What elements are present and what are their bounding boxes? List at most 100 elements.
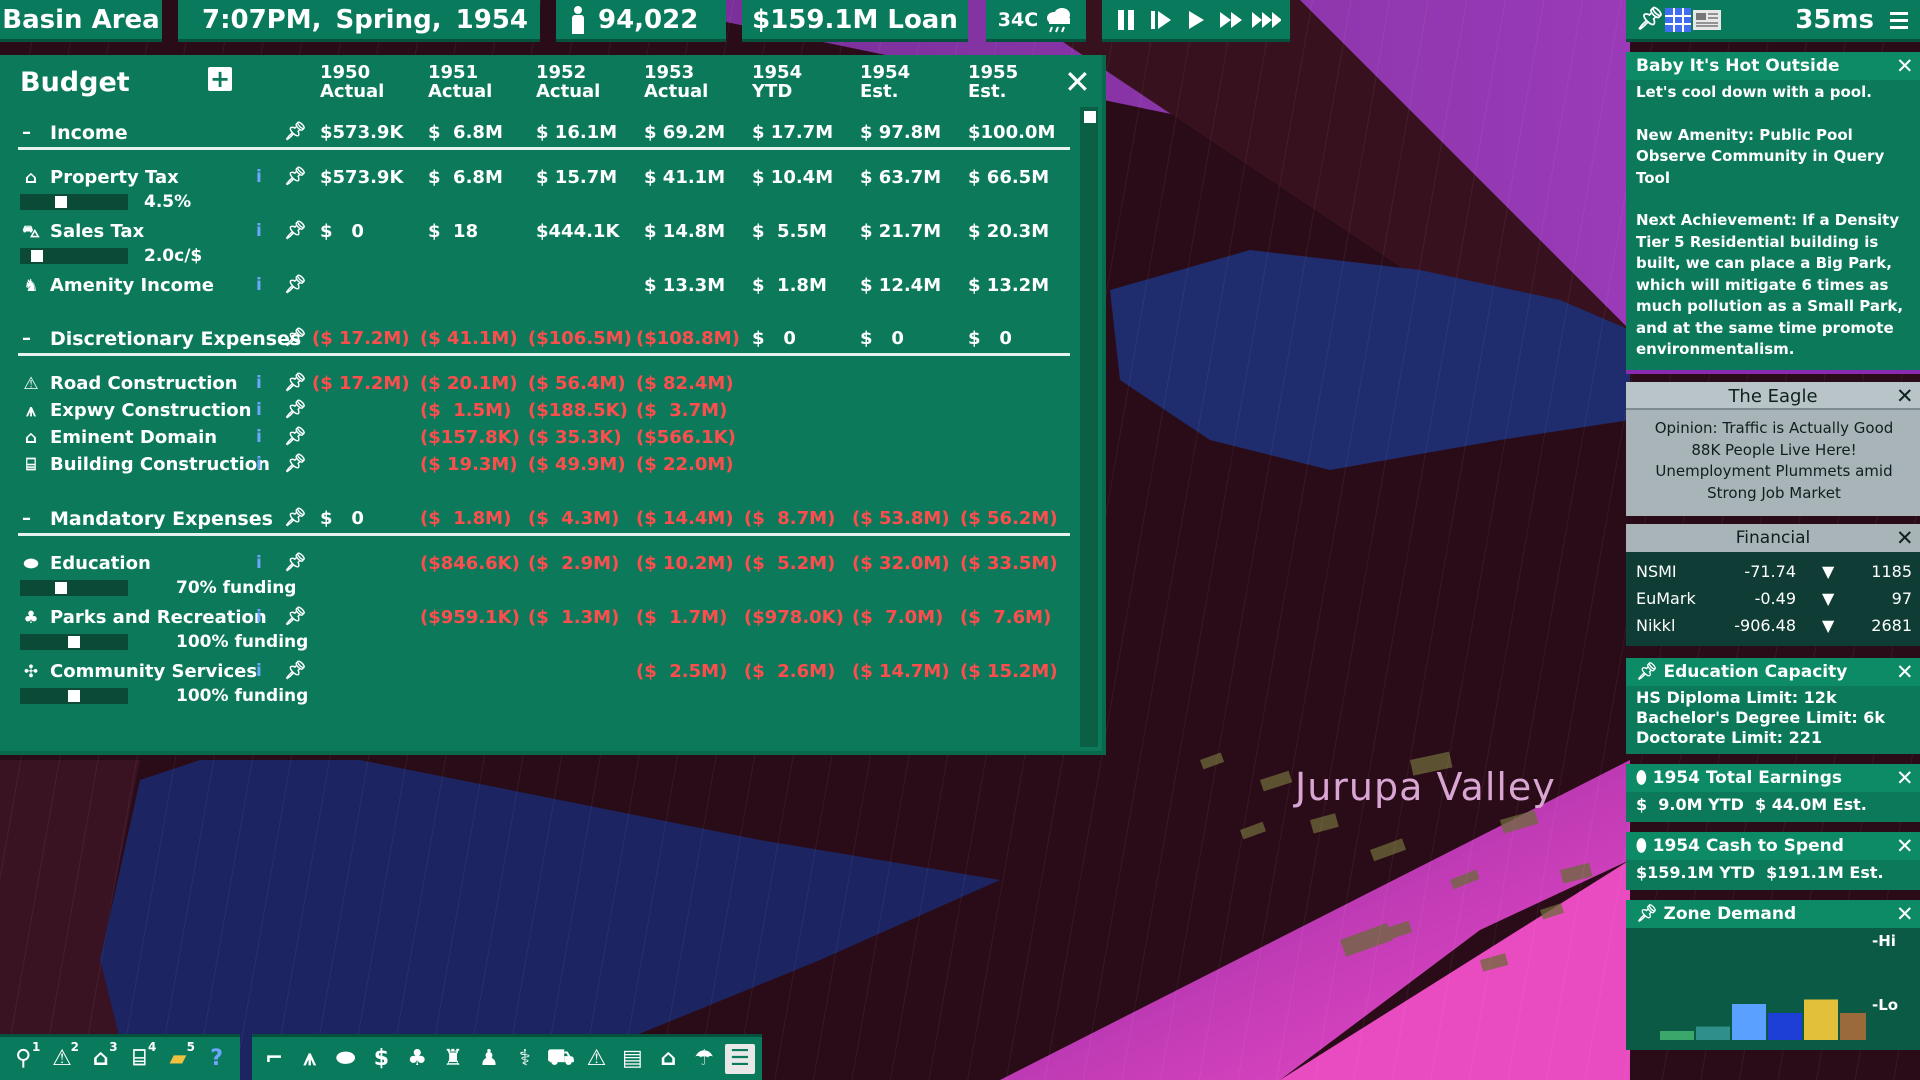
budget-row[interactable]: ⌂ Eminent Domain i 📌︎ ($157.8K) ($ 35.3K… bbox=[0, 426, 1075, 450]
education-capacity-panel[interactable]: 📌︎ Education Capacity ✕ HS Diploma Limit… bbox=[1626, 658, 1920, 754]
close-icon[interactable]: ✕ bbox=[1064, 63, 1091, 101]
area-name[interactable]: Basin Area bbox=[0, 0, 162, 42]
newspaper-icon[interactable]: ☰ bbox=[724, 1043, 755, 1074]
pin-icon[interactable]: 📌︎ bbox=[284, 166, 307, 187]
parks-icon[interactable]: ♣ bbox=[402, 1044, 432, 1074]
pin-icon[interactable]: 📌︎ bbox=[284, 274, 307, 295]
info-icon[interactable]: i bbox=[256, 167, 262, 187]
add-button[interactable]: + bbox=[208, 67, 232, 91]
slider-knob[interactable] bbox=[31, 250, 44, 262]
pin-icon[interactable]: 📌︎ bbox=[284, 453, 307, 474]
health-icon[interactable]: ⚕ bbox=[510, 1044, 540, 1074]
collapse-icon[interactable]: – bbox=[22, 328, 31, 349]
sales-tax-slider[interactable] bbox=[20, 248, 128, 264]
scrollbar[interactable] bbox=[1080, 107, 1098, 747]
close-icon[interactable]: ✕ bbox=[1896, 54, 1914, 78]
financial-panel[interactable]: Financial ✕ NSMI -71.74 ▼ 1185 EuMark -0… bbox=[1626, 524, 1920, 646]
loan-button[interactable]: $159.1M Loan bbox=[742, 0, 968, 42]
road-icon[interactable]: ⚠ bbox=[582, 1044, 612, 1074]
slider-knob[interactable] bbox=[68, 690, 80, 702]
parks-funding-slider[interactable] bbox=[20, 634, 128, 650]
grid-icon[interactable] bbox=[1664, 7, 1692, 33]
fast-forward-icon[interactable] bbox=[1216, 5, 1246, 35]
city-label[interactable]: Jurupa Valley bbox=[1295, 765, 1556, 809]
info-icon[interactable]: i bbox=[256, 427, 262, 447]
education-funding-slider[interactable] bbox=[20, 580, 128, 596]
building-icon[interactable]: ⌸ 4 bbox=[124, 1040, 157, 1074]
zone-demand-panel[interactable]: 📌︎ Zone Demand ✕ -Hi -Lo bbox=[1626, 900, 1920, 1050]
pin-icon[interactable]: 📌︎ bbox=[284, 660, 307, 681]
info-icon[interactable]: i bbox=[256, 454, 262, 474]
close-icon[interactable]: ✕ bbox=[1896, 834, 1914, 858]
menu-icon[interactable] bbox=[1888, 9, 1910, 31]
mandatory-section[interactable]: – Mandatory Expenses 📌︎ $ 0 ($ 1.8M) ($ … bbox=[0, 507, 1075, 531]
info-icon[interactable]: i bbox=[256, 275, 262, 295]
transit-icon[interactable]: ⛟ bbox=[546, 1044, 576, 1074]
amenity-icon[interactable]: ☂ bbox=[689, 1044, 719, 1074]
finance-icon[interactable]: $ bbox=[366, 1044, 396, 1074]
pin-icon[interactable]: 📌︎ bbox=[284, 327, 307, 348]
scrollbar-thumb[interactable] bbox=[1084, 111, 1096, 123]
pin-icon[interactable]: 📌︎ bbox=[284, 507, 307, 528]
close-icon[interactable]: ✕ bbox=[1896, 766, 1914, 790]
monument-icon[interactable]: ♜ bbox=[438, 1044, 468, 1074]
eagle-newspaper-panel[interactable]: The Eagle ✕ Opinion: Traffic is Actually… bbox=[1626, 382, 1920, 516]
cash-to-spend-panel[interactable]: ⬮ 1954 Cash to Spend ✕ $159.1M YTD $191.… bbox=[1626, 832, 1920, 890]
help-icon[interactable]: ? bbox=[202, 1044, 232, 1074]
fastest-icon[interactable] bbox=[1251, 5, 1282, 35]
pause-icon[interactable] bbox=[1111, 5, 1141, 35]
weather[interactable]: 34C bbox=[986, 0, 1086, 42]
education-icon[interactable]: ⬬ bbox=[331, 1044, 361, 1074]
query-icon[interactable]: ⚲ 1 bbox=[8, 1040, 40, 1074]
slider-knob[interactable] bbox=[54, 196, 67, 208]
pin-icon[interactable]: 📌︎ bbox=[284, 372, 307, 393]
collapse-icon[interactable]: – bbox=[22, 508, 31, 529]
pin-icon[interactable]: 📌︎ bbox=[284, 552, 307, 573]
expressway-icon[interactable]: ⩚ bbox=[295, 1044, 325, 1074]
close-icon[interactable]: ✕ bbox=[1896, 384, 1914, 408]
budget-row[interactable]: ♣ Parks and Recreation i 📌︎ ($959.1K) ($… bbox=[0, 606, 1075, 630]
slider-knob[interactable] bbox=[54, 582, 67, 594]
info-icon[interactable]: i bbox=[256, 553, 262, 573]
income-section[interactable]: – Income 📌︎ $573.9K $ 6.8M $ 16.1M $ 69.… bbox=[0, 121, 1075, 145]
info-icon[interactable]: i bbox=[256, 373, 262, 393]
community-icon[interactable]: ♟ bbox=[474, 1044, 504, 1074]
property-tax-slider[interactable] bbox=[20, 194, 128, 210]
pin-icon[interactable]: 📌︎ bbox=[284, 606, 307, 627]
budget-row[interactable]: ⬬ Education i 📌︎ ($846.6K) ($ 2.9M) ($ 1… bbox=[0, 552, 1075, 576]
budget-row[interactable]: ✣ Community Services i 📌︎ ($ 2.5M) ($ 2.… bbox=[0, 660, 1075, 684]
collapse-icon[interactable]: – bbox=[22, 122, 31, 143]
budget-row[interactable]: ⌂ Property Tax i 📌︎ $573.9K $ 6.8M $ 15.… bbox=[0, 166, 1075, 190]
info-icon[interactable]: i bbox=[256, 607, 262, 627]
bulldoze-icon[interactable]: ▰ 5 bbox=[163, 1040, 194, 1074]
info-icon[interactable]: i bbox=[256, 400, 262, 420]
budget-row[interactable]: ⌸ Building Construction i 📌︎ ($ 19.3M) (… bbox=[0, 453, 1075, 477]
pin-icon[interactable]: 📌︎ bbox=[1636, 7, 1664, 32]
pin-icon[interactable]: 📌︎ bbox=[284, 121, 307, 142]
play-icon[interactable] bbox=[1181, 5, 1211, 35]
pin-icon[interactable]: 📌︎ bbox=[284, 220, 307, 241]
road-icon[interactable]: ⚠ 2 bbox=[47, 1040, 79, 1074]
close-icon[interactable]: ✕ bbox=[1896, 902, 1914, 926]
pin-icon[interactable]: 📌︎ bbox=[284, 426, 307, 447]
info-icon[interactable]: i bbox=[256, 661, 262, 681]
close-icon[interactable]: ✕ bbox=[1896, 660, 1914, 684]
population[interactable]: 94,022 bbox=[556, 0, 726, 42]
newspaper-icon[interactable] bbox=[1692, 8, 1722, 32]
budget-row[interactable]: ⚠ Road Construction i 📌︎ ($ 17.2M) ($ 20… bbox=[0, 372, 1075, 396]
zone-icon[interactable]: ⌂ 3 bbox=[86, 1040, 118, 1074]
slider-knob[interactable] bbox=[68, 636, 80, 648]
community-funding-slider[interactable] bbox=[20, 688, 128, 704]
budget-row[interactable]: ⛍ Sales Tax i 📌︎ $ 0 $ 18 $444.1K $ 14.8… bbox=[0, 220, 1075, 244]
discretionary-section[interactable]: – Discretionary Expenses 📌︎ ($ 17.2M) ($… bbox=[0, 327, 1075, 351]
info-icon[interactable]: i bbox=[256, 221, 262, 241]
rail-icon[interactable]: ▤ bbox=[617, 1044, 647, 1074]
budget-row[interactable]: ⩚ Expwy Construction i 📌︎ ($ 1.5M) ($188… bbox=[0, 399, 1075, 423]
pin-icon[interactable]: 📌︎ bbox=[284, 399, 307, 420]
budget-row[interactable]: ♞ Amenity Income i 📌︎ $ 13.3M $ 1.8M $ 1… bbox=[0, 274, 1075, 298]
close-icon[interactable]: ✕ bbox=[1896, 526, 1914, 550]
road-curve-icon[interactable]: ⌐ bbox=[259, 1044, 289, 1074]
step-icon[interactable] bbox=[1146, 5, 1176, 35]
total-earnings-panel[interactable]: ⬮ 1954 Total Earnings ✕ $ 9.0M YTD $ 44.… bbox=[1626, 764, 1920, 822]
housing-icon[interactable]: ⌂ bbox=[653, 1044, 683, 1074]
